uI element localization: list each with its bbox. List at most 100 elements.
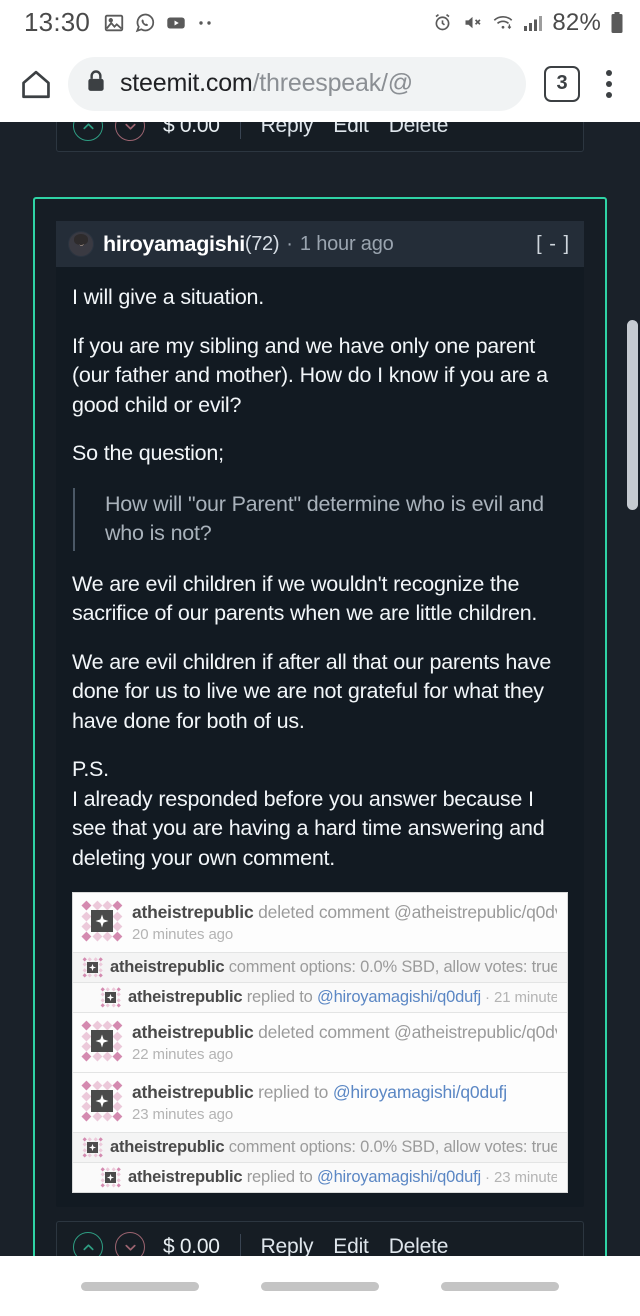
feed-action: replied to [242, 1168, 318, 1186]
feed-row: atheistrepublic comment options: 0.0% SB… [73, 1133, 567, 1163]
feed-username: atheistrepublic [128, 988, 243, 1006]
comment-paragraph: We are evil children if after all that o… [72, 649, 552, 733]
feed-action: comment options: 0.0% SBD, allow votes: … [228, 958, 557, 976]
url-path: /threespeak/@ [252, 69, 413, 97]
comment-paragraph: So the question; [72, 441, 224, 465]
avatar-core [86, 1141, 98, 1153]
feed-action: deleted comment @atheistrepublic/q0dvnq [253, 1022, 557, 1042]
feed-action: replied to [253, 1082, 333, 1102]
avatar-icon [82, 1137, 103, 1158]
feed-link[interactable]: @hiroyamagishi/q0dufj [333, 1082, 507, 1102]
reply-link[interactable]: Reply [261, 122, 314, 138]
ps-label: P.S. [72, 757, 109, 781]
downvote-button[interactable] [115, 1232, 145, 1256]
feed-text: atheistrepublic comment options: 0.0% SB… [110, 1138, 557, 1157]
nav-pill-center[interactable] [261, 1281, 379, 1291]
comment-action-bar-wrap: $ 0.00 Reply Edit Delete [56, 1221, 584, 1256]
delete-link[interactable]: Delete [389, 1235, 449, 1256]
downvote-button[interactable] [115, 122, 145, 141]
avatar-core [86, 961, 98, 973]
feed-username: atheistrepublic [110, 958, 225, 976]
browser-toolbar: steemit.com/threespeak/@ 3 [0, 45, 640, 122]
feed-action: comment options: 0.0% SBD, allow votes: … [228, 1138, 557, 1156]
feed-username: atheistrepublic [132, 902, 254, 922]
previous-comment-action-bar: $ 0.00 Reply Edit Delete [56, 122, 584, 152]
feed-text: atheistrepublic replied to @hiroyamagish… [128, 1168, 557, 1187]
android-status-bar: 13:30 82% [0, 0, 640, 45]
page-viewport: $ 0.00 Reply Edit Delete hiroyamagishi (… [0, 122, 640, 1256]
status-bar-clock: 13:30 [24, 7, 91, 37]
bottom-nav-strip [0, 1256, 640, 1316]
more-dots-icon [196, 19, 216, 27]
comment-author[interactable]: hiroyamagishi [103, 232, 245, 257]
separator-dot: · [286, 232, 293, 255]
signal-icon [523, 14, 543, 32]
feed-row: atheistrepublic replied to @hiroyamagish… [73, 1073, 567, 1133]
mute-icon [462, 12, 483, 33]
divider [239, 1234, 241, 1256]
comment-header: hiroyamagishi (72) · 1 hour ago [ - ] [56, 221, 584, 267]
wifi-icon [492, 13, 514, 32]
blockquote-text: How will "our Parent" determine who is e… [105, 491, 544, 546]
feed-action: deleted comment @atheistrepublic/q0dvs0 [253, 902, 557, 922]
feed-text: atheistrepublic replied to @hiroyamagish… [132, 1082, 507, 1123]
kebab-menu-icon[interactable] [592, 69, 626, 98]
embedded-activity-screenshot: atheistrepublic deleted comment @atheist… [72, 892, 568, 1193]
tab-switcher-button[interactable]: 3 [544, 65, 580, 102]
reply-link[interactable]: Reply [261, 1235, 314, 1256]
address-bar[interactable]: steemit.com/threespeak/@ [68, 56, 526, 111]
feed-text: atheistrepublic deleted comment @atheist… [132, 902, 557, 943]
whatsapp-icon [134, 12, 156, 34]
feed-link[interactable]: @hiroyamagishi/q0dufj [317, 988, 481, 1006]
nav-pill-right[interactable] [441, 1281, 559, 1291]
avatar-icon [81, 1080, 123, 1122]
collapse-toggle[interactable]: [ - ] [536, 233, 570, 256]
avatar-icon [100, 987, 121, 1008]
feed-time: · 23 minutes ago [484, 1169, 557, 1186]
nav-pill-left[interactable] [81, 1281, 199, 1291]
delete-link[interactable]: Delete [389, 122, 449, 138]
feed-link[interactable]: @hiroyamagishi/q0dufj [317, 1168, 481, 1186]
avatar-icon [81, 1020, 123, 1062]
feed-text: atheistrepublic comment options: 0.0% SB… [110, 958, 557, 977]
comment-paragraph: I will give a situation. [72, 285, 264, 309]
avatar-icon [82, 957, 103, 978]
battery-icon [610, 11, 624, 35]
home-button[interactable] [10, 58, 62, 110]
avatar [68, 231, 94, 257]
url-domain: steemit.com [120, 69, 253, 97]
edit-link[interactable]: Edit [333, 122, 369, 138]
previous-comment-action-bar-wrap: $ 0.00 Reply Edit Delete [56, 122, 584, 152]
comment-body: I will give a situation. If you are my s… [56, 267, 584, 1207]
image-icon [103, 12, 125, 34]
comment-paragraph: We are evil children if we wouldn't reco… [72, 571, 538, 626]
feed-row: atheistrepublic deleted comment @atheist… [73, 893, 567, 953]
feed-row: atheistrepublic replied to @hiroyamagish… [73, 1163, 567, 1192]
comment-timestamp[interactable]: 1 hour ago [300, 233, 394, 256]
feed-time: · 21 minutes ago [484, 989, 557, 1006]
feed-time: 23 minutes ago [132, 1106, 234, 1123]
feed-username: atheistrepublic [132, 1082, 254, 1102]
avatar-core [90, 1089, 113, 1112]
page-scrollbar[interactable] [627, 320, 638, 510]
feed-text: atheistrepublic replied to @hiroyamagish… [128, 988, 557, 1007]
avatar-icon [81, 900, 123, 942]
highlighted-comment: hiroyamagishi (72) · 1 hour ago [ - ] I … [33, 197, 607, 1256]
avatar-core [104, 991, 116, 1003]
comment-action-bar: $ 0.00 Reply Edit Delete [56, 1221, 584, 1256]
divider [239, 122, 241, 139]
edit-link[interactable]: Edit [333, 1235, 369, 1256]
feed-row: atheistrepublic replied to @hiroyamagish… [73, 983, 567, 1013]
upvote-button[interactable] [73, 122, 103, 141]
avatar-core [90, 1029, 113, 1052]
feed-username: atheistrepublic [128, 1168, 243, 1186]
comment-paragraph: If you are my sibling and we have only o… [72, 333, 548, 417]
feed-time: 20 minutes ago [132, 926, 234, 943]
upvote-button[interactable] [73, 1232, 103, 1256]
youtube-icon [165, 12, 187, 34]
feed-row: atheistrepublic deleted comment @atheist… [73, 1013, 567, 1073]
author-reputation: (72) [244, 232, 280, 255]
comment-card: hiroyamagishi (72) · 1 hour ago [ - ] I … [56, 221, 584, 1207]
battery-percent-label: 82% [552, 8, 601, 36]
url-text: steemit.com/threespeak/@ [120, 69, 413, 98]
